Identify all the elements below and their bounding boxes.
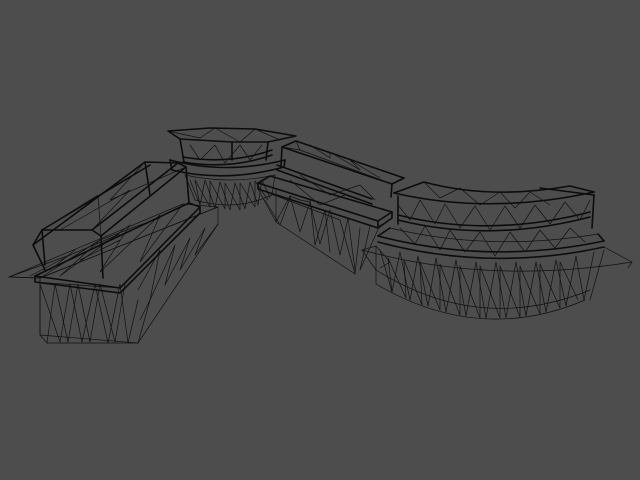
- left-counter: [8, 161, 219, 344]
- right-counter: [361, 181, 633, 320]
- wireframe-scene: [8, 127, 633, 344]
- top-curved-counter: [167, 127, 297, 211]
- 3d-viewport[interactable]: [0, 0, 640, 480]
